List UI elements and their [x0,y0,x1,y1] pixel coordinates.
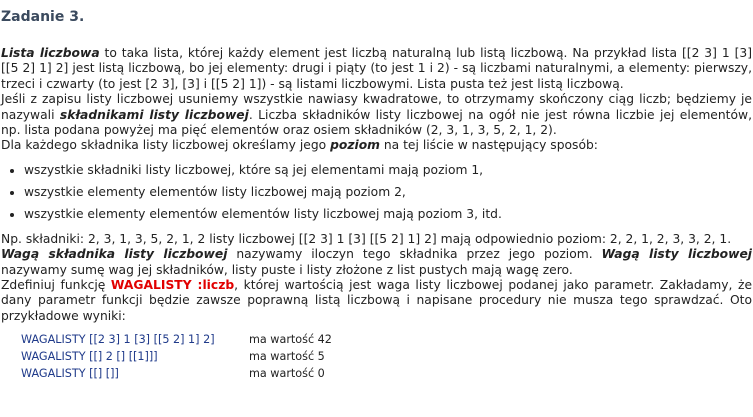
paragraph-task: Zdefiniuj funkcję WAGALISTY :liczb, któr… [1,278,752,324]
term-poziom: poziom [330,138,380,153]
paragraph-text: na tej liście w następujący sposób: [379,138,598,153]
paragraph-text: Zdefiniuj funkcję [1,278,111,293]
term-waga-skladnika: Wagą składnika listy liczbowej [1,247,228,262]
example-row: WAGALISTY [[2 3] 1 [3] [[5 2] 1] 2] ma w… [1,331,752,348]
task-content: Zadanie 3. Lista liczbowa to taka lista,… [1,8,752,382]
examples-table: WAGALISTY [[2 3] 1 [3] [[5 2] 1] 2] ma w… [1,331,752,382]
example-result: ma wartość 0 [249,367,325,381]
list-item: wszystkie składniki listy liczbowej, któ… [24,163,752,178]
paragraph-text: Dla każdego składnika listy liczbowej ok… [1,138,331,153]
list-item: wszystkie elementy elementów elementów l… [24,207,752,222]
paragraph-text: nazywamy iloczyn tego składnika przez je… [227,247,602,262]
paragraph-example: Np. składniki: 2, 3, 1, 3, 5, 2, 1, 2 li… [1,231,732,246]
paragraph-weights: Wagą składnika listy liczbowej nazywamy … [1,247,752,278]
paragraph-text: to taka lista, której każdy element jest… [1,46,752,91]
paragraph-text: nazywamy sumę wag jej składników, listy … [1,262,573,277]
example-code: WAGALISTY [[2 3] 1 [3] [[5 2] 1] 2] [21,333,215,347]
example-code: WAGALISTY [[] []] [21,367,119,381]
example-row: WAGALISTY [[] []] ma wartość 0 [1,365,752,382]
example-row: WAGALISTY [[] 2 [] [[1]]] ma wartość 5 [1,348,752,365]
paragraph-definition: Lista liczbowa to taka lista, której każ… [1,46,752,92]
term-waga-listy: Wagą listy liczbowej [601,247,752,262]
task-title: Zadanie 3. [1,9,85,25]
paragraph-components: Jeśli z zapisu listy liczbowej usuniemy … [1,92,752,138]
term-skladniki: składnikami listy liczbowej [59,107,249,122]
level-rules-list: wszystkie składniki listy liczbowej, któ… [1,163,752,222]
term-lista-liczbowa: Lista liczbowa [1,46,100,60]
paragraph-level: Dla każdego składnika listy liczbowej ok… [1,138,752,153]
list-item: wszystkie elementy elementów listy liczb… [24,185,752,200]
example-result: ma wartość 42 [249,333,332,347]
function-name: WAGALISTY :liczb [110,278,235,293]
example-result: ma wartość 5 [249,350,325,364]
example-code: WAGALISTY [[] 2 [] [[1]]] [21,350,158,364]
